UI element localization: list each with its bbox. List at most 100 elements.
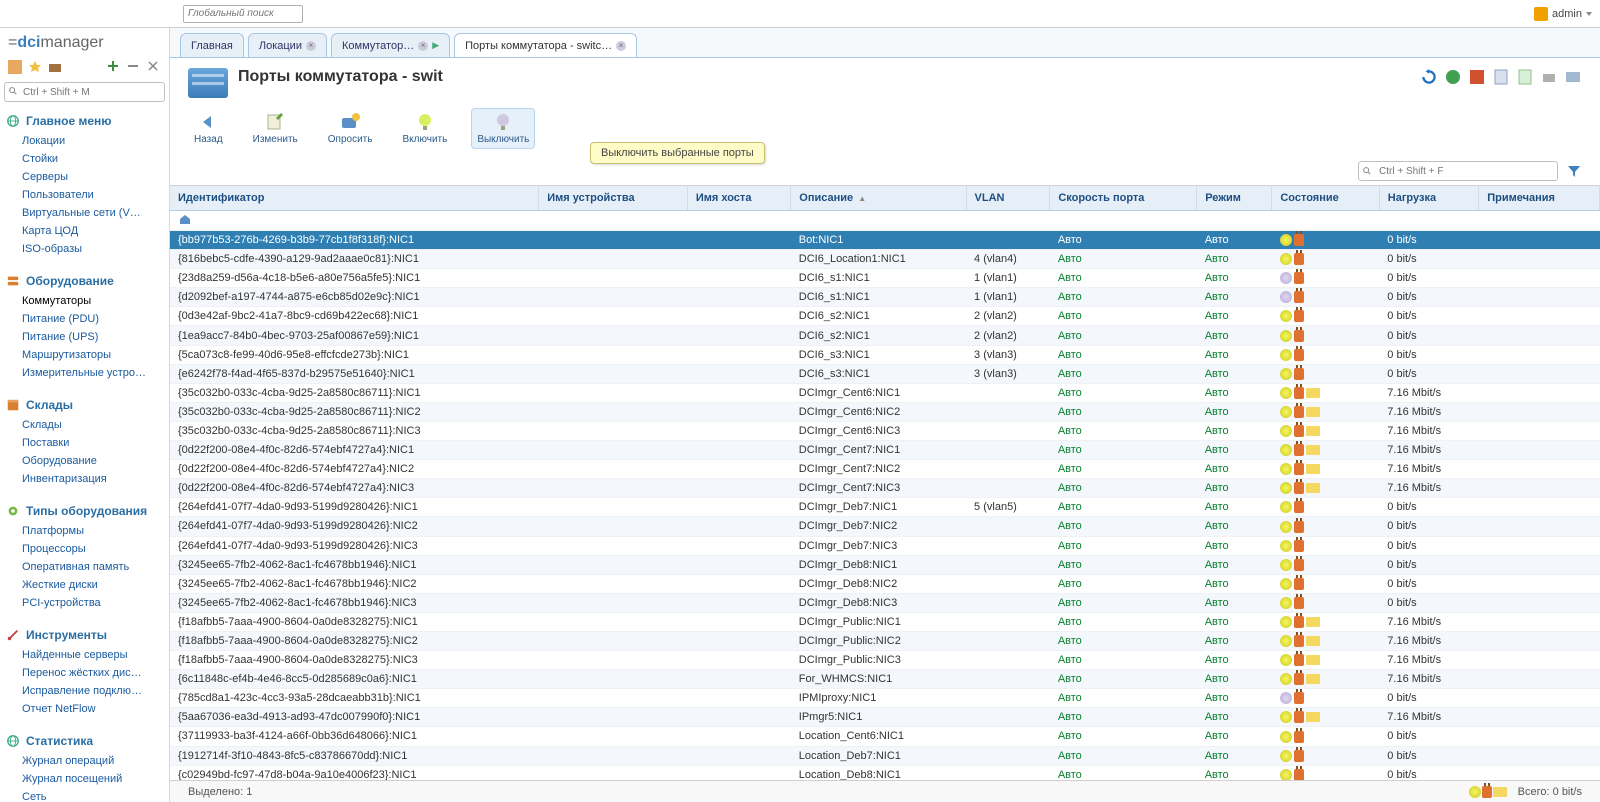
table-row[interactable]: {0d22f200-08e4-4f0c-82d6-574ebf4727a4}:N… <box>170 441 1600 460</box>
table-row[interactable]: {6c11848c-ef4b-4e46-8cc5-0d285689c0a6}:N… <box>170 670 1600 689</box>
table-row[interactable]: {e6242f78-f4ad-4f65-837d-b29575e51640}:N… <box>170 364 1600 383</box>
table-row[interactable]: {bb977b53-276b-4269-b3b9-77cb1f8f318f}:N… <box>170 231 1600 250</box>
nav-item[interactable]: Питание (UPS) <box>18 328 165 346</box>
nav-item[interactable]: Платформы <box>18 522 165 540</box>
nav-item[interactable]: Серверы <box>18 168 165 186</box>
nav-item[interactable]: Процессоры <box>18 540 165 558</box>
nav-item[interactable]: Оборудование <box>18 452 165 470</box>
nav-item[interactable]: Найденные серверы <box>18 646 165 664</box>
close-icon[interactable]: × <box>306 41 316 51</box>
nav-item[interactable]: Журнал операций <box>18 752 165 770</box>
export-icon[interactable] <box>1516 68 1534 86</box>
star-icon[interactable] <box>28 60 42 74</box>
nav-section-head[interactable]: Инструменты <box>4 624 165 646</box>
column-header[interactable]: VLAN <box>966 186 1050 211</box>
nav-section-head[interactable]: Типы оборудования <box>4 500 165 522</box>
table-row[interactable]: {1912714f-3f10-4843-8fc5-c83786670dd}:NI… <box>170 746 1600 765</box>
table-row[interactable]: {3245ee65-7fb2-4062-8ac1-fc4678bb1946}:N… <box>170 555 1600 574</box>
nav-item[interactable]: Журнал посещений <box>18 770 165 788</box>
назад-button[interactable]: Назад <box>188 108 229 149</box>
table-row[interactable]: {f18afbb5-7aaa-4900-8604-0a0de8328275}:N… <box>170 651 1600 670</box>
close-icon[interactable] <box>147 60 161 74</box>
nav-item[interactable]: Пользователи <box>18 186 165 204</box>
column-header[interactable]: Имя устройства <box>539 186 688 211</box>
table-row[interactable]: {3245ee65-7fb2-4062-8ac1-fc4678bb1946}:N… <box>170 593 1600 612</box>
nav-section-head[interactable]: Склады <box>4 394 165 416</box>
table-row[interactable]: {264efd41-07f7-4da0-9d93-5199d9280426}:N… <box>170 498 1600 517</box>
globe-icon[interactable] <box>1444 68 1462 86</box>
stop-icon[interactable] <box>1468 68 1486 86</box>
user-menu[interactable]: admin <box>1534 7 1592 21</box>
table-row[interactable]: {35c032b0-033c-4cba-9d25-2a8580c86711}:N… <box>170 421 1600 440</box>
column-header[interactable]: Примечания <box>1479 186 1600 211</box>
list-icon[interactable] <box>8 60 22 74</box>
table-row[interactable]: {23d8a259-d56a-4c18-b5e6-a80e756a5fe5}:N… <box>170 269 1600 288</box>
column-header[interactable]: Описание ▲ <box>791 186 966 211</box>
tab[interactable]: Порты коммутатора - switc…× <box>454 33 637 57</box>
table-row[interactable]: {d2092bef-a197-4744-a875-e6cb85d02e9c}:N… <box>170 288 1600 307</box>
global-search-input[interactable] <box>183 5 303 23</box>
table-row[interactable]: {0d22f200-08e4-4f0c-82d6-574ebf4727a4}:N… <box>170 460 1600 479</box>
nav-item[interactable]: Инвентаризация <box>18 470 165 488</box>
column-header[interactable]: Идентификатор <box>170 186 539 211</box>
table-row[interactable]: {5aa67036-ea3d-4913-ad93-47dc007990f0}:N… <box>170 708 1600 727</box>
nav-item[interactable]: Карта ЦОД <box>18 222 165 240</box>
nav-item[interactable]: Измерительные устро… <box>18 364 165 382</box>
table-row[interactable]: {264efd41-07f7-4da0-9d93-5199d9280426}:N… <box>170 536 1600 555</box>
nav-item[interactable]: Исправление подклю… <box>18 682 165 700</box>
nav-item[interactable]: Перенос жёстких дис… <box>18 664 165 682</box>
включить-button[interactable]: Включить <box>396 108 453 149</box>
nav-item[interactable]: Коммутаторы <box>18 292 165 310</box>
nav-section-head[interactable]: Статистика <box>4 730 165 752</box>
side-search-input[interactable] <box>4 82 165 102</box>
settings-icon[interactable] <box>1564 68 1582 86</box>
table-row[interactable]: {c02949bd-fc97-47d8-b04a-9a10e4006f23}:N… <box>170 765 1600 780</box>
nav-item[interactable]: Питание (PDU) <box>18 310 165 328</box>
nav-item[interactable]: Маршрутизаторы <box>18 346 165 364</box>
breadcrumb-row[interactable] <box>170 211 1600 231</box>
опросить-button[interactable]: Опросить <box>322 108 379 149</box>
nav-item[interactable]: Сеть <box>18 788 165 802</box>
close-icon[interactable]: × <box>418 41 428 51</box>
nav-section-head[interactable]: Главное меню <box>4 110 165 132</box>
nav-item[interactable]: Жесткие диски <box>18 576 165 594</box>
nav-item[interactable]: Локации <box>18 132 165 150</box>
filter-icon[interactable] <box>1566 163 1582 179</box>
table-row[interactable]: {f18afbb5-7aaa-4900-8604-0a0de8328275}:N… <box>170 612 1600 631</box>
nav-item[interactable]: Склады <box>18 416 165 434</box>
table-row[interactable]: {f18afbb5-7aaa-4900-8604-0a0de8328275}:N… <box>170 631 1600 650</box>
выключить-button[interactable]: Выключить <box>471 108 535 149</box>
nav-item[interactable]: Стойки <box>18 150 165 168</box>
tab[interactable]: Главная <box>180 33 244 57</box>
column-header[interactable]: Скорость порта <box>1050 186 1197 211</box>
изменить-button[interactable]: Изменить <box>247 108 304 149</box>
nav-item[interactable]: ISO-образы <box>18 240 165 258</box>
table-row[interactable]: {5ca073c8-fe99-40d6-95e8-effcfcde273b}:N… <box>170 345 1600 364</box>
table-row[interactable]: {0d22f200-08e4-4f0c-82d6-574ebf4727a4}:N… <box>170 479 1600 498</box>
column-header[interactable]: Состояние <box>1272 186 1379 211</box>
nav-item[interactable]: Поставки <box>18 434 165 452</box>
tab[interactable]: Локации× <box>248 33 327 57</box>
plus-icon[interactable] <box>107 60 121 74</box>
tab[interactable]: Коммутатор…×▶ <box>331 33 450 57</box>
column-header[interactable]: Имя хоста <box>687 186 790 211</box>
nav-item[interactable]: Виртуальные сети (V… <box>18 204 165 222</box>
table-row[interactable]: {1ea9acc7-84b0-4bec-9703-25af00867e59}:N… <box>170 326 1600 345</box>
table-row[interactable]: {0d3e42af-9bc2-41a7-8bc9-cd69b422ec68}:N… <box>170 307 1600 326</box>
table-row[interactable]: {264efd41-07f7-4da0-9d93-5199d9280426}:N… <box>170 517 1600 536</box>
refresh-icon[interactable] <box>1420 68 1438 86</box>
table-row[interactable]: {35c032b0-033c-4cba-9d25-2a8580c86711}:N… <box>170 383 1600 402</box>
table-row[interactable]: {816bebc5-cdfe-4390-a129-9ad2aaae0c81}:N… <box>170 250 1600 269</box>
minus-icon[interactable] <box>127 60 141 74</box>
table-row[interactable]: {37119933-ba3f-4124-a66f-0bb36d648066}:N… <box>170 727 1600 746</box>
close-icon[interactable]: × <box>616 41 626 51</box>
column-header[interactable]: Нагрузка <box>1379 186 1478 211</box>
doc-icon[interactable] <box>1492 68 1510 86</box>
briefcase-icon[interactable] <box>48 60 62 74</box>
filter-input[interactable] <box>1358 161 1558 181</box>
nav-item[interactable]: Оперативная память <box>18 558 165 576</box>
print-icon[interactable] <box>1540 68 1558 86</box>
table-row[interactable]: {35c032b0-033c-4cba-9d25-2a8580c86711}:N… <box>170 402 1600 421</box>
table-row[interactable]: {3245ee65-7fb2-4062-8ac1-fc4678bb1946}:N… <box>170 574 1600 593</box>
table-row[interactable]: {785cd8a1-423c-4cc3-93a5-28dcaeabb31b}:N… <box>170 689 1600 708</box>
